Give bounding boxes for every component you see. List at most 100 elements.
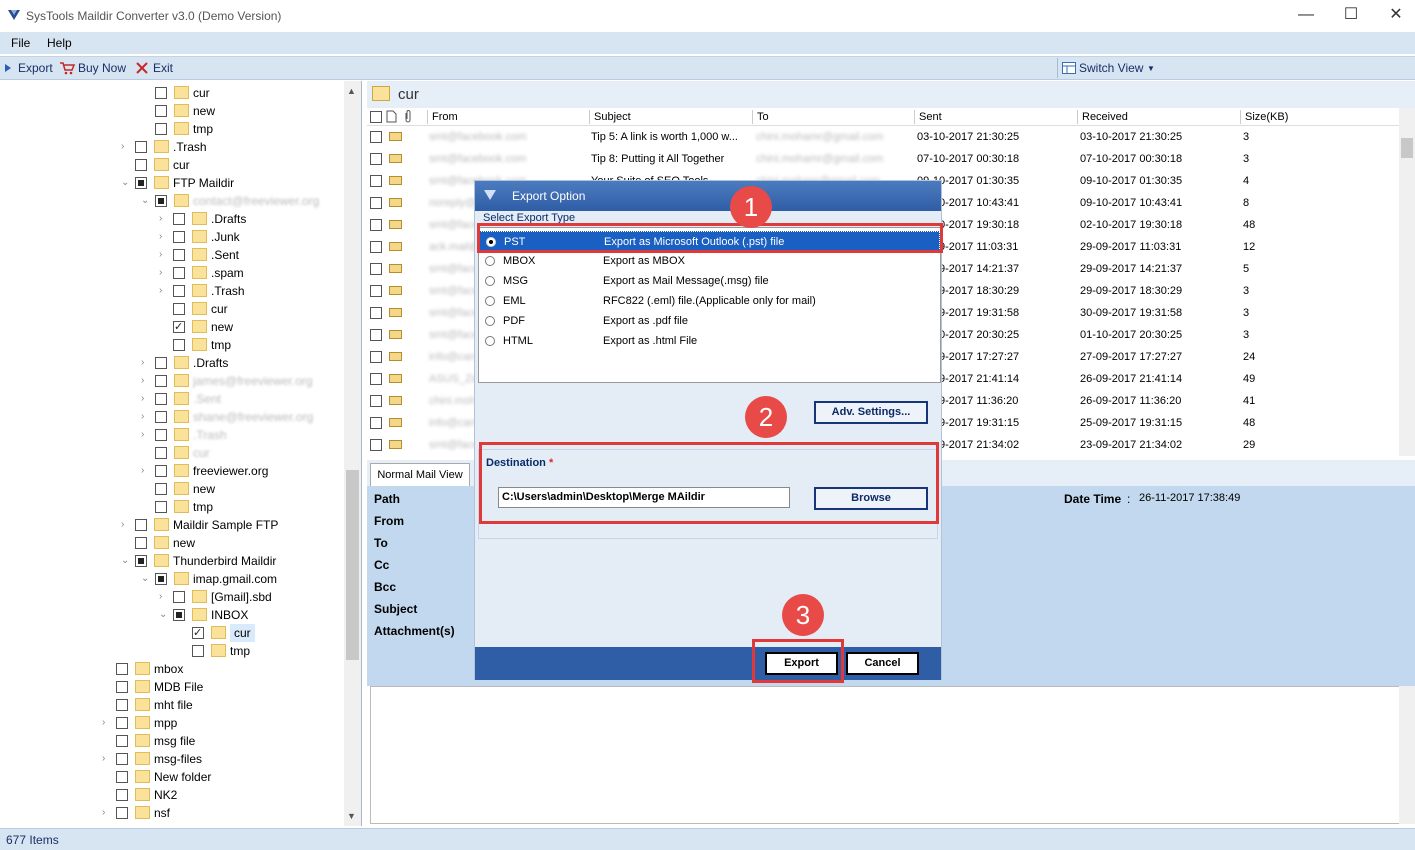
close-button[interactable]: ✕ <box>1373 0 1415 32</box>
expand-chevron-icon[interactable]: › <box>159 228 169 246</box>
tree-item-checkbox[interactable] <box>192 624 204 642</box>
tab-normal-mail-view[interactable]: Normal Mail View <box>370 463 470 486</box>
tree-item-checkbox[interactable] <box>155 447 167 459</box>
collapse-chevron-icon[interactable]: ⌄ <box>121 552 131 570</box>
expand-chevron-icon[interactable]: › <box>159 282 169 300</box>
mail-row-checkbox[interactable] <box>370 439 382 451</box>
column-size[interactable]: Size(KB) <box>1240 110 1288 124</box>
tree-item-checkbox[interactable] <box>116 771 128 783</box>
expand-chevron-icon[interactable]: › <box>141 408 151 426</box>
mail-row-checkbox[interactable] <box>370 131 382 143</box>
tree-item-checkbox[interactable] <box>155 87 167 99</box>
tree-item-checkbox[interactable] <box>173 267 185 279</box>
switch-view-button[interactable]: Switch View <box>1079 61 1143 75</box>
tree-item-checkbox[interactable] <box>155 483 167 495</box>
tree-item-checkbox[interactable] <box>155 393 167 405</box>
expand-chevron-icon[interactable]: › <box>159 246 169 264</box>
tree-item-checkbox[interactable] <box>135 177 147 189</box>
expand-chevron-icon[interactable]: › <box>121 516 131 534</box>
minimize-button[interactable]: — <box>1283 0 1329 32</box>
mail-row-checkbox[interactable] <box>370 329 382 341</box>
collapse-chevron-icon[interactable]: ⌄ <box>159 606 169 624</box>
buy-now-button[interactable]: Buy Now <box>78 61 126 75</box>
tree-item-checkbox[interactable] <box>155 411 167 423</box>
export-type-radio[interactable] <box>485 296 495 306</box>
expand-chevron-icon[interactable]: › <box>141 390 151 408</box>
mail-row-checkbox[interactable] <box>370 219 382 231</box>
tree-item-checkbox[interactable] <box>173 231 185 243</box>
exit-button[interactable]: Exit <box>153 61 173 75</box>
export-type-mbox[interactable]: MBOX Export as MBOX <box>479 251 940 271</box>
mail-row-checkbox[interactable] <box>370 307 382 319</box>
tree-item-checkbox[interactable] <box>155 501 167 513</box>
tree-item-checkbox[interactable] <box>116 699 128 711</box>
mail-row-checkbox[interactable] <box>370 197 382 209</box>
mail-row-checkbox[interactable] <box>370 263 382 275</box>
tree-item-checkbox[interactable] <box>173 339 185 351</box>
column-from[interactable]: From <box>427 110 458 124</box>
tree-item-checkbox[interactable] <box>155 573 167 585</box>
tree-item-checkbox[interactable] <box>192 645 204 657</box>
menu-help[interactable]: Help <box>47 36 72 50</box>
cancel-button[interactable]: Cancel <box>846 652 919 675</box>
expand-chevron-icon[interactable]: › <box>102 750 112 768</box>
tree-item-checkbox[interactable] <box>173 591 185 603</box>
maximize-button[interactable]: ☐ <box>1328 0 1374 32</box>
tree-item-checkbox[interactable] <box>173 285 185 297</box>
tree-item-checkbox[interactable] <box>173 318 185 336</box>
tree-item-checkbox[interactable] <box>135 519 147 531</box>
tree-scroll-down-icon[interactable]: ▼ <box>347 811 356 821</box>
mail-row-checkbox[interactable] <box>370 241 382 253</box>
export-type-radio[interactable] <box>485 316 495 326</box>
tree-item-checkbox[interactable] <box>173 213 185 225</box>
tree-scroll-up-icon[interactable]: ▲ <box>347 86 356 96</box>
expand-chevron-icon[interactable]: › <box>141 462 151 480</box>
tree-item-checkbox[interactable] <box>155 429 167 441</box>
export-type-eml[interactable]: EML RFC822 (.eml) file.(Applicable only f… <box>479 291 940 311</box>
mail-row-checkbox[interactable] <box>370 153 382 165</box>
expand-chevron-icon[interactable]: › <box>159 264 169 282</box>
switch-view-chevron-icon[interactable]: ▼ <box>1147 64 1155 73</box>
export-button[interactable]: Export <box>18 61 53 75</box>
expand-chevron-icon[interactable]: › <box>159 210 169 228</box>
adv-settings-button[interactable]: Adv. Settings... <box>814 401 928 424</box>
tree-item-checkbox[interactable] <box>155 195 167 207</box>
folder-tree[interactable]: cur new tmp › .Trash cur ⌄ FTP Maildir ⌄ contact@… <box>0 81 362 826</box>
select-all-checkbox[interactable] <box>370 111 382 123</box>
mail-row-checkbox[interactable] <box>370 175 382 187</box>
export-type-html[interactable]: HTML Export as .html File <box>479 331 940 351</box>
expand-chevron-icon[interactable]: › <box>102 714 112 732</box>
tree-item-checkbox[interactable] <box>116 789 128 801</box>
expand-chevron-icon[interactable]: › <box>141 372 151 390</box>
export-type-radio[interactable] <box>485 336 495 346</box>
mail-list-scrollbar[interactable] <box>1399 108 1415 456</box>
tree-item-checkbox[interactable] <box>155 105 167 117</box>
export-type-radio[interactable] <box>485 276 495 286</box>
mail-row-checkbox[interactable] <box>370 285 382 297</box>
mail-row-checkbox[interactable] <box>370 373 382 385</box>
mail-row-checkbox[interactable] <box>370 417 382 429</box>
mail-row-checkbox[interactable] <box>370 351 382 363</box>
export-type-pdf[interactable]: PDF Export as .pdf file <box>479 311 940 331</box>
tree-item-checkbox[interactable] <box>116 753 128 765</box>
export-type-msg[interactable]: MSG Export as Mail Message(.msg) file <box>479 271 940 291</box>
expand-chevron-icon[interactable]: › <box>121 138 131 156</box>
export-type-radio[interactable] <box>485 256 495 266</box>
tree-item-checkbox[interactable] <box>173 303 185 315</box>
tree-item-checkbox[interactable] <box>116 807 128 819</box>
tree-item-checkbox[interactable] <box>155 465 167 477</box>
tree-item-checkbox[interactable] <box>116 735 128 747</box>
collapse-chevron-icon[interactable]: ⌄ <box>141 570 151 588</box>
tree-item-checkbox[interactable] <box>155 123 167 135</box>
mail-row[interactable]: smt@facebook.com Tip 8: Putting it All To… <box>367 148 1399 170</box>
tree-item-checkbox[interactable] <box>116 681 128 693</box>
tree-scrollbar[interactable] <box>344 81 361 826</box>
mail-row-checkbox[interactable] <box>370 395 382 407</box>
tree-scroll-thumb[interactable] <box>346 470 359 660</box>
column-received[interactable]: Received <box>1077 110 1128 124</box>
tree-item-checkbox[interactable] <box>135 141 147 153</box>
menu-file[interactable]: File <box>11 36 30 50</box>
collapse-chevron-icon[interactable]: ⌄ <box>141 192 151 210</box>
mail-body-scrollbar[interactable] <box>1399 686 1415 824</box>
tree-item-checkbox[interactable] <box>173 249 185 261</box>
